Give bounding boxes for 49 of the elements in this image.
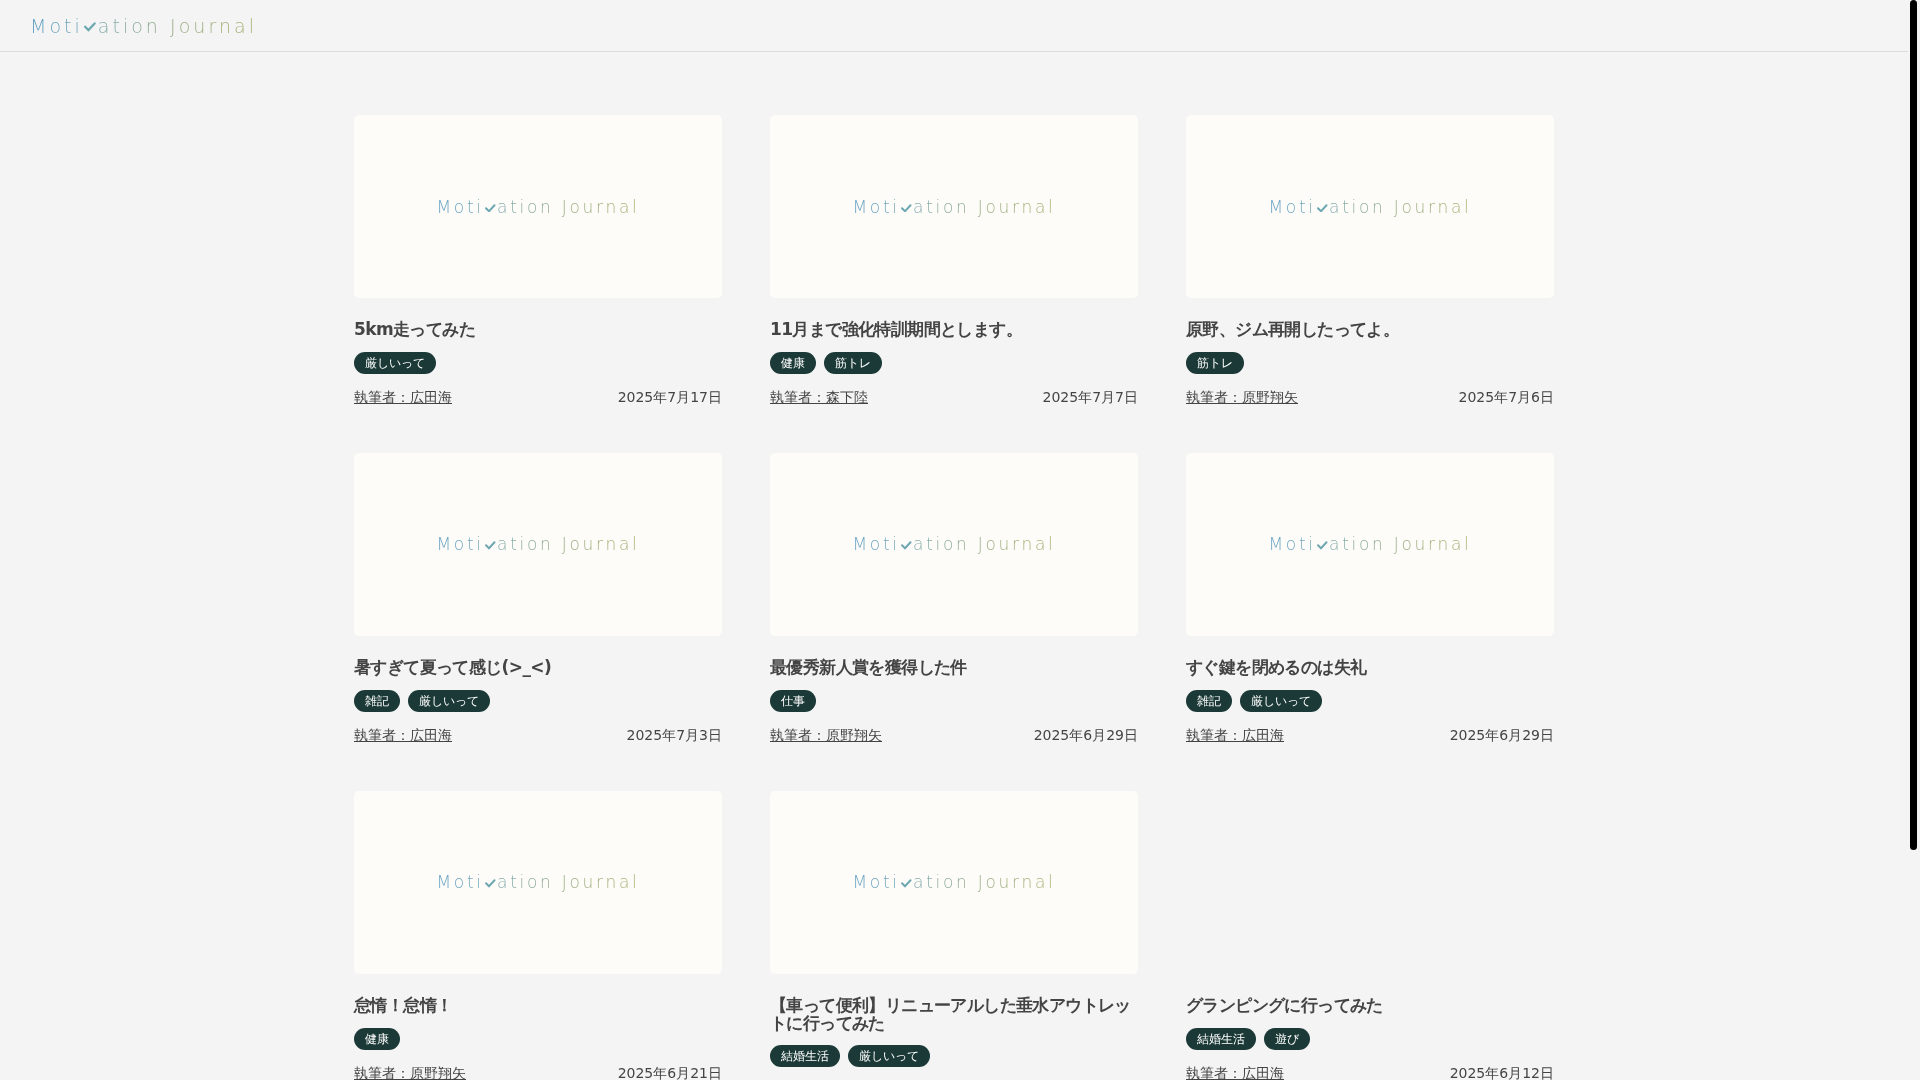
scrollbar[interactable] xyxy=(1910,0,1917,850)
author-link[interactable]: 執筆者：広田海 xyxy=(1186,726,1284,745)
tag[interactable]: 筋トレ xyxy=(824,351,882,374)
post-date: 2025年7月3日 xyxy=(626,726,722,745)
author-link[interactable]: 執筆者：広田海 xyxy=(1186,1064,1284,1080)
author-link[interactable]: 執筆者：原野翔矢 xyxy=(770,726,882,745)
tag[interactable]: 厳しいって xyxy=(408,689,490,712)
post-date: 2025年6月29日 xyxy=(1449,726,1554,745)
tag[interactable]: 厳しいって xyxy=(354,351,436,374)
post-date: 2025年7月17日 xyxy=(617,388,722,407)
tag[interactable]: 遊び xyxy=(1264,1027,1310,1050)
post-title[interactable]: 怠惰！怠惰！ xyxy=(354,996,722,1015)
check-icon xyxy=(84,22,97,32)
tag[interactable]: 厳しいって xyxy=(848,1045,930,1068)
post-title[interactable]: 5km走ってみた xyxy=(354,321,722,339)
check-icon xyxy=(485,879,496,888)
tag[interactable]: 結婚生活 xyxy=(1186,1027,1256,1050)
tag[interactable]: 雑記 xyxy=(354,689,400,712)
check-icon xyxy=(485,203,496,212)
tag[interactable]: 筋トレ xyxy=(1186,351,1244,374)
check-icon xyxy=(1317,541,1328,550)
post-date: 2025年7月7日 xyxy=(1042,388,1138,407)
post-date: 2025年6月12日 xyxy=(1449,1064,1554,1080)
tag[interactable]: 結婚生活 xyxy=(770,1045,840,1068)
post-date: 2025年7月6日 xyxy=(1458,388,1554,407)
post-title[interactable]: すぐ鍵を閉めるのは失礼 xyxy=(1186,658,1554,677)
post-title[interactable]: 暑すぎて夏って感じ(>_<) xyxy=(354,658,722,677)
author-link[interactable]: 執筆者：原野翔矢 xyxy=(354,1064,466,1080)
tag[interactable]: 雑記 xyxy=(1186,689,1232,712)
tag[interactable]: 健康 xyxy=(770,351,816,374)
author-link[interactable]: 執筆者：森下陸 xyxy=(770,388,868,407)
post-date: 2025年6月21日 xyxy=(617,1064,722,1080)
author-link[interactable]: 執筆者：広田海 xyxy=(354,388,452,407)
post-title[interactable]: グランピングに行ってみた xyxy=(1186,996,1554,1015)
check-icon xyxy=(901,203,912,212)
tag[interactable]: 健康 xyxy=(354,1027,400,1050)
post-title[interactable]: 【車って便利】リニューアルした垂水アウトレットに行ってみた xyxy=(770,996,1138,1033)
tag[interactable]: 厳しいって xyxy=(1240,689,1322,712)
author-link[interactable]: 執筆者：広田海 xyxy=(354,726,452,745)
check-icon xyxy=(485,541,496,550)
check-icon xyxy=(901,879,912,888)
post-title[interactable]: 11月まで強化特訓期間とします。 xyxy=(770,321,1138,339)
check-icon xyxy=(1317,203,1328,212)
post-title[interactable]: 最優秀新人賞を獲得した件 xyxy=(770,658,1138,677)
post-title[interactable]: 原野、ジム再開したってよ。 xyxy=(1186,321,1554,339)
post-date: 2025年6月29日 xyxy=(1033,726,1138,745)
tag[interactable]: 仕事 xyxy=(770,689,816,712)
check-icon xyxy=(901,541,912,550)
author-link[interactable]: 執筆者：原野翔矢 xyxy=(1186,388,1298,407)
